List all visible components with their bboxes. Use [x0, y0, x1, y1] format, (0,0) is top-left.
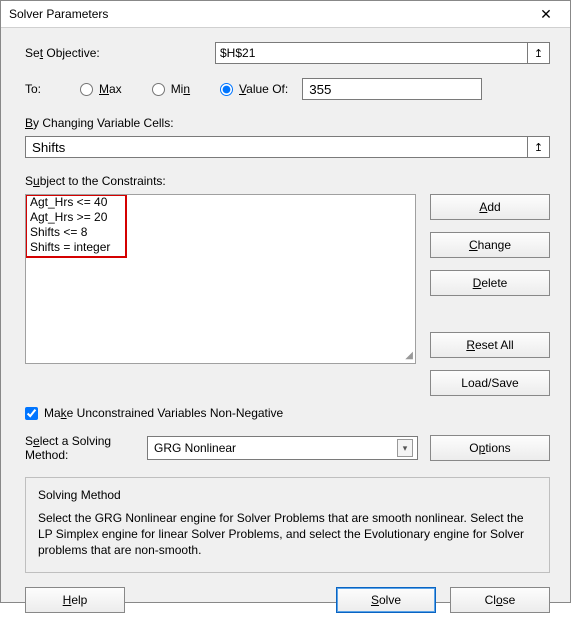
- list-item[interactable]: Agt_Hrs >= 20: [26, 210, 415, 225]
- load-save-button[interactable]: Load/Save: [430, 370, 550, 396]
- nonneg-checkbox[interactable]: [25, 407, 38, 420]
- scroll-handle-icon[interactable]: ◢: [405, 350, 413, 361]
- window-title: Solver Parameters: [9, 7, 108, 21]
- constraints-listbox[interactable]: Agt_Hrs <= 40 Agt_Hrs >= 20 Shifts <= 8 …: [25, 194, 416, 364]
- to-max-radio[interactable]: [80, 83, 93, 96]
- solving-method-legend: Solving Method: [38, 488, 121, 502]
- method-value: GRG Nonlinear: [154, 441, 236, 455]
- list-item[interactable]: Shifts <= 8: [26, 225, 415, 240]
- to-min-option[interactable]: Min: [152, 82, 190, 96]
- to-label: To:: [25, 82, 80, 96]
- constraints-label: Subject to the Constraints:: [25, 174, 550, 188]
- solve-button[interactable]: Solve: [336, 587, 436, 613]
- changing-cells-input[interactable]: [25, 136, 528, 158]
- close-button[interactable]: Close: [450, 587, 550, 613]
- objective-row: Set Objective: ↥: [25, 42, 550, 64]
- value-of-input[interactable]: [302, 78, 482, 100]
- reset-all-button[interactable]: Reset All: [430, 332, 550, 358]
- to-max-label: Max: [99, 82, 122, 96]
- solving-method-groupbox: Solving Method Select the GRG Nonlinear …: [25, 477, 550, 574]
- help-button[interactable]: Help: [25, 587, 125, 613]
- to-row: To: Max Min Value Of:: [25, 78, 550, 100]
- to-min-radio[interactable]: [152, 83, 165, 96]
- solving-method-description: Select the GRG Nonlinear engine for Solv…: [38, 510, 537, 559]
- to-valueof-label: Value Of:: [239, 82, 288, 96]
- add-button[interactable]: Add: [430, 194, 550, 220]
- to-valueof-option[interactable]: Value Of:: [220, 82, 288, 96]
- solver-parameters-dialog: Solver Parameters ✕ Set Objective: ↥ To:…: [0, 0, 571, 603]
- set-objective-label: Set Objective:: [25, 46, 215, 60]
- changing-cells-row: ↥: [25, 136, 550, 158]
- close-icon[interactable]: ✕: [526, 1, 566, 27]
- method-select[interactable]: GRG Nonlinear ▾: [147, 436, 418, 460]
- changing-cells-range-picker-icon[interactable]: ↥: [528, 136, 550, 158]
- objective-input[interactable]: [215, 42, 528, 64]
- delete-button[interactable]: Delete: [430, 270, 550, 296]
- nonneg-check-row[interactable]: Make Unconstrained Variables Non-Negativ…: [25, 406, 550, 420]
- method-label: Select a SolvingMethod:: [25, 434, 135, 463]
- objective-range-picker-icon[interactable]: ↥: [528, 42, 550, 64]
- to-valueof-radio[interactable]: [220, 83, 233, 96]
- chevron-down-icon[interactable]: ▾: [397, 439, 413, 457]
- method-row: Select a SolvingMethod: GRG Nonlinear ▾ …: [25, 434, 550, 463]
- constraints-buttons: Add Change Delete Reset All Load/Save: [430, 194, 550, 396]
- change-button[interactable]: Change: [430, 232, 550, 258]
- changing-cells-label: By Changing Variable Cells:: [25, 116, 550, 130]
- to-min-label: Min: [171, 82, 190, 96]
- list-item[interactable]: Shifts = integer: [26, 240, 415, 255]
- titlebar: Solver Parameters ✕: [1, 1, 570, 28]
- dialog-content: Set Objective: ↥ To: Max Min Value Of: B…: [1, 28, 570, 625]
- objective-input-group: ↥: [215, 42, 550, 64]
- list-item[interactable]: Agt_Hrs <= 40: [26, 195, 415, 210]
- to-max-option[interactable]: Max: [80, 82, 122, 96]
- nonneg-label: Make Unconstrained Variables Non-Negativ…: [44, 406, 283, 420]
- options-button[interactable]: Options: [430, 435, 550, 461]
- dialog-footer: Help Solve Close: [25, 587, 550, 613]
- constraints-items: Agt_Hrs <= 40 Agt_Hrs >= 20 Shifts <= 8 …: [26, 195, 415, 255]
- constraints-block: Agt_Hrs <= 40 Agt_Hrs >= 20 Shifts <= 8 …: [25, 194, 550, 396]
